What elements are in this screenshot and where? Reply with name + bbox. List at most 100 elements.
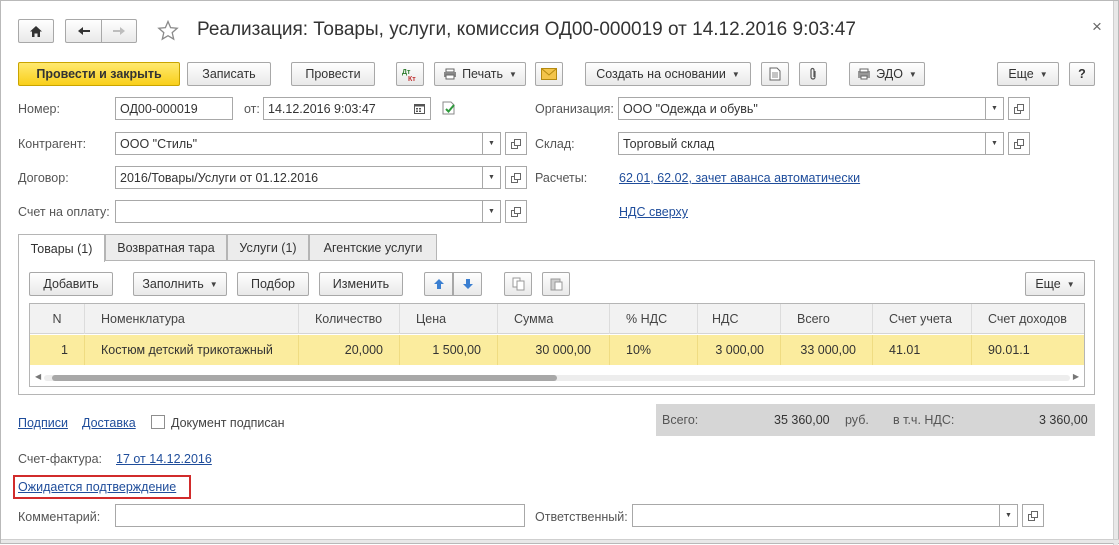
document-window: Реализация: Товары, услуги, комиссия ОД0… [0,0,1119,545]
create-based-on-button[interactable]: Создать на основании ▼ [585,62,751,86]
column-header-quantity[interactable]: Количество [299,304,400,334]
posted-status-icon [441,100,457,116]
post-button[interactable]: Провести [291,62,375,86]
tab-returnable-packaging[interactable]: Возвратная тара [105,234,227,261]
counterparty-open-button[interactable] [505,132,527,155]
add-row-button[interactable]: Добавить [29,272,113,296]
scroll-left-icon[interactable]: ◀ [35,372,41,381]
vat-on-top-link[interactable]: НДС сверху [619,205,688,219]
attach-button[interactable] [799,62,827,86]
payment-invoice-label: Счет на оплату: [18,205,110,219]
table-row[interactable]: 1 Костюм детский трикотажный 20,000 1 50… [30,335,1084,365]
favorite-star-icon[interactable] [157,20,179,41]
home-button[interactable] [18,19,54,43]
tab-agent-services[interactable]: Агентские услуги [309,234,437,261]
post-and-close-button[interactable]: Провести и закрыть [18,62,180,86]
scroll-thumb[interactable] [52,375,557,381]
settlements-link[interactable]: 62.01, 62.02, зачет аванса автоматически [619,171,860,185]
cell-income-account: 90.01.1 [988,343,1030,357]
move-down-button[interactable] [453,272,482,296]
column-header-income-account[interactable]: Счет доходов [972,304,1084,334]
organization-field[interactable]: ООО "Одежда и обувь" [618,97,986,120]
dt-kt-button[interactable]: Дт Кт [396,62,424,86]
horizontal-scrollbar[interactable]: ◀ ▶ [30,370,1084,384]
selection-button[interactable]: Подбор [237,272,309,296]
responsible-dropdown[interactable]: ▼ [1000,504,1018,527]
table-header: N Номенклатура Количество Цена Сумма % Н… [30,304,1084,334]
date-label: от: [244,102,260,116]
back-button[interactable] [65,19,101,43]
svg-text:Дт: Дт [402,69,411,76]
currency-label: руб. [845,413,869,427]
change-button[interactable]: Изменить [319,272,403,296]
organization-dropdown[interactable]: ▼ [986,97,1004,120]
paste-button[interactable] [542,272,570,296]
total-value: 35 360,00 [774,413,830,427]
page-title: Реализация: Товары, услуги, комиссия ОД0… [197,19,856,40]
column-header-nomenclature[interactable]: Номенклатура [85,304,299,334]
counterparty-label: Контрагент: [18,137,87,151]
calendar-button[interactable] [409,97,431,120]
paste-icon [550,277,563,291]
goods-table[interactable]: N Номенклатура Количество Цена Сумма % Н… [29,303,1085,387]
date-field[interactable]: 14.12.2016 9:03:47 [263,97,411,120]
warehouse-dropdown[interactable]: ▼ [986,132,1004,155]
warehouse-open-button[interactable] [1008,132,1030,155]
email-button[interactable] [535,62,563,86]
responsible-field[interactable] [632,504,1000,527]
fill-label: Заполнить [142,277,204,291]
comment-field[interactable] [115,504,525,527]
column-header-price[interactable]: Цена [400,304,498,334]
tab-services[interactable]: Услуги (1) [227,234,309,261]
column-header-vat[interactable]: НДС [698,304,781,334]
window-right-edge [1113,1,1118,545]
close-icon[interactable]: × [1092,17,1102,37]
copy-button[interactable] [504,272,532,296]
vat-incl-label: в т.ч. НДС: [893,413,955,427]
vat-total-value: 3 360,00 [1039,413,1088,427]
invoice-document-link[interactable]: 17 от 14.12.2016 [116,452,212,466]
edo-button[interactable]: ЭДО ▼ [849,62,925,86]
payment-invoice-dropdown[interactable]: ▼ [483,200,501,223]
fill-button[interactable]: Заполнить ▼ [133,272,227,296]
column-header-account[interactable]: Счет учета [873,304,972,334]
counterparty-field[interactable]: ООО "Стиль" [115,132,483,155]
payment-invoice-open-button[interactable] [505,200,527,223]
document-signed-checkbox[interactable] [151,415,165,429]
responsible-label: Ответственный: [535,510,628,524]
column-header-vat-rate[interactable]: % НДС [610,304,698,334]
awaiting-confirmation-link[interactable]: Ожидается подтверждение [18,480,176,494]
number-field[interactable]: ОД00-000019 [115,97,233,120]
forward-button[interactable] [101,19,137,43]
column-header-total[interactable]: Всего [781,304,873,334]
help-button[interactable]: ? [1069,62,1095,86]
chevron-down-icon: ▼ [1066,279,1075,289]
column-header-sum[interactable]: Сумма [498,304,610,334]
tab-goods[interactable]: Товары (1) [18,234,105,262]
column-header-n[interactable]: N [30,304,85,334]
contract-field[interactable]: 2016/Товары/Услуги от 01.12.2016 [115,166,483,189]
responsible-open-button[interactable] [1022,504,1044,527]
invoice-document-label: Счет-фактура: [18,452,103,466]
contract-dropdown[interactable]: ▼ [483,166,501,189]
contract-open-button[interactable] [505,166,527,189]
move-up-button[interactable] [424,272,453,296]
organization-open-button[interactable] [1008,97,1030,120]
printer-icon [443,68,457,80]
table-more-button[interactable]: Еще ▼ [1025,272,1085,296]
document-icon [769,67,781,81]
document-button[interactable] [761,62,789,86]
print-button[interactable]: Печать ▼ [434,62,526,86]
chevron-down-icon: ▼ [908,69,917,79]
scroll-right-icon[interactable]: ▶ [1073,372,1079,381]
cell-account: 41.01 [873,335,972,365]
chevron-down-icon: ▼ [1039,69,1048,79]
payment-invoice-field[interactable] [115,200,483,223]
cell-price: 1 500,00 [400,335,498,365]
delivery-link[interactable]: Доставка [82,416,136,430]
more-button[interactable]: Еще ▼ [997,62,1059,86]
save-button[interactable]: Записать [187,62,271,86]
warehouse-field[interactable]: Торговый склад [618,132,986,155]
signatures-link[interactable]: Подписи [18,416,68,430]
counterparty-dropdown[interactable]: ▼ [483,132,501,155]
